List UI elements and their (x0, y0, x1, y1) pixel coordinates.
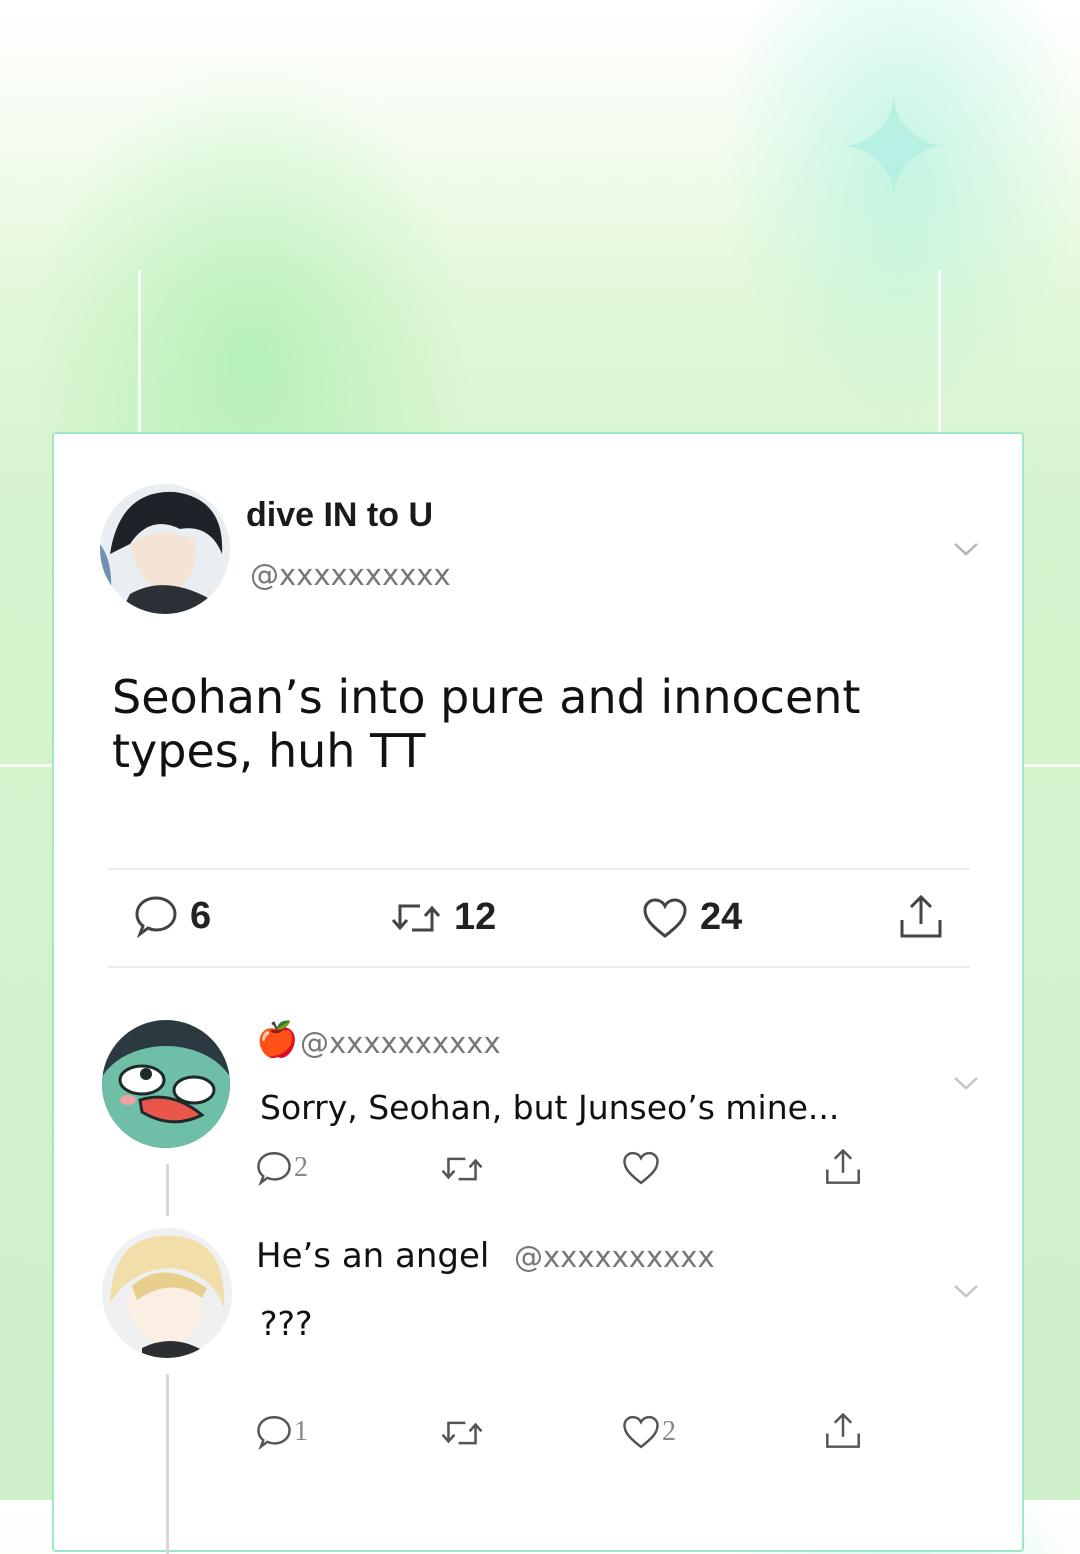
reply-button[interactable]: 2 (256, 1150, 308, 1186)
retweet-icon (391, 904, 441, 931)
reply-count: 1 (294, 1416, 308, 1447)
retweet-icon (441, 1421, 483, 1445)
like-icon (623, 1415, 659, 1449)
background-line (0, 764, 52, 767)
chevron-down-icon[interactable] (952, 1074, 980, 1092)
like-button[interactable] (622, 1150, 662, 1186)
like-count: 24 (700, 896, 743, 938)
like-button[interactable]: 2 (622, 1414, 676, 1450)
divider (108, 868, 970, 870)
apple-emoji: 🍎 (256, 1020, 299, 1060)
share-icon (826, 1412, 860, 1448)
display-name[interactable]: dive IN to U (246, 496, 433, 535)
reply-icon (257, 1416, 291, 1450)
reply-icon (135, 896, 177, 938)
sparkle-decoration: ✦ (835, 68, 953, 231)
thread-line (166, 1374, 169, 1554)
user-handle[interactable]: @xxxxxxxxxx (250, 558, 451, 592)
chevron-down-icon[interactable] (952, 1282, 980, 1300)
share-button[interactable] (824, 1148, 862, 1186)
chevron-down-icon[interactable] (952, 540, 980, 558)
avatar[interactable] (100, 484, 230, 614)
like-count: 2 (662, 1416, 676, 1447)
like-button[interactable]: 24 (642, 896, 742, 939)
retweet-button[interactable] (440, 1152, 484, 1186)
reply-text: ??? (260, 1304, 313, 1343)
share-icon (900, 894, 942, 938)
background-line (1024, 764, 1080, 767)
tweet-text: Seohan’s into pure and innocent types, h… (112, 670, 861, 778)
share-icon (826, 1148, 860, 1184)
share-button[interactable] (898, 894, 944, 940)
tweet-card: dive IN to U @xxxxxxxxxx Seohan’s into p… (52, 432, 1024, 1554)
reply-count: 6 (190, 894, 212, 937)
reply-icon (257, 1152, 291, 1186)
user-handle[interactable]: @xxxxxxxxxx (300, 1026, 501, 1060)
reply-count: 2 (294, 1152, 308, 1183)
reply-button[interactable]: 6 (134, 894, 211, 938)
share-button[interactable] (824, 1412, 862, 1450)
divider (108, 966, 970, 968)
background-line (138, 270, 141, 440)
retweet-count: 12 (454, 896, 497, 938)
retweet-button[interactable] (440, 1416, 484, 1450)
avatar[interactable] (102, 1228, 232, 1358)
reply-button[interactable]: 1 (256, 1414, 308, 1450)
like-icon (623, 1151, 659, 1185)
retweet-icon (441, 1157, 483, 1181)
background-line (938, 270, 941, 440)
reply-text: Sorry, Seohan, but Junseo’s mine... (260, 1088, 840, 1127)
like-icon (643, 897, 687, 938)
retweet-button[interactable]: 12 (390, 896, 496, 939)
user-handle[interactable]: @xxxxxxxxxx (514, 1240, 715, 1274)
avatar[interactable] (102, 1020, 230, 1148)
reply-display-name[interactable]: He’s an angel (256, 1236, 489, 1276)
thread-line (166, 1164, 169, 1216)
